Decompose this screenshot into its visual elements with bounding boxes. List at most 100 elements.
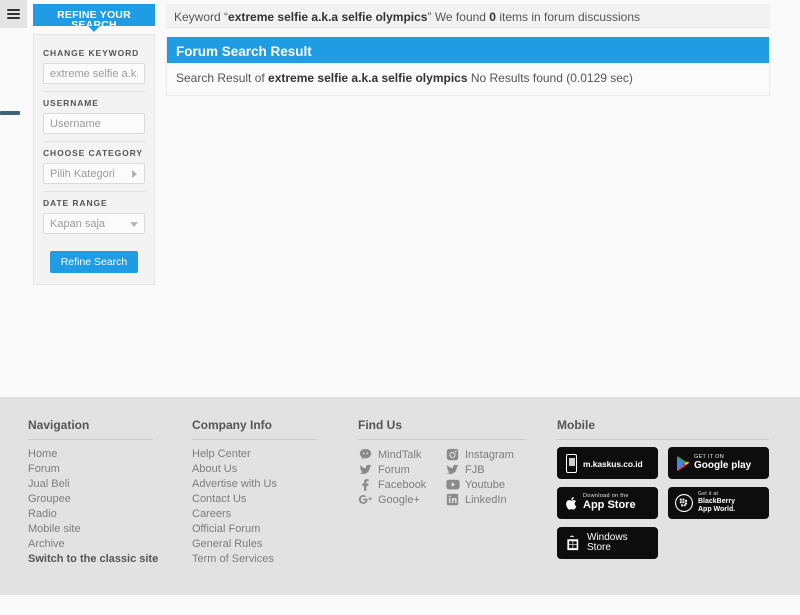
googleplus-icon xyxy=(358,493,373,506)
footer-link-term-of-services[interactable]: Term of Services xyxy=(192,552,342,567)
footer-link-forum[interactable]: Forum xyxy=(28,462,178,477)
social-link-googleplus[interactable]: Google+ xyxy=(358,492,445,507)
page-footer: Navigation Home Forum Jual Beli Groupee … xyxy=(0,397,800,595)
social-label: Facebook xyxy=(378,478,427,491)
app-store-badges: m.kaskus.co.id GET IT ON Google play Dow… xyxy=(557,447,769,559)
instagram-icon xyxy=(445,448,460,461)
badge-blackberry-world[interactable]: Get it at BlackBerry App World. xyxy=(668,487,769,519)
date-range-select[interactable] xyxy=(43,213,145,234)
footer-link-mobile-site[interactable]: Mobile site xyxy=(28,522,178,537)
keyword-term: extreme selfie a.k.a selfie olympics xyxy=(228,10,428,24)
result-prefix: Search Result of xyxy=(176,71,269,85)
keyword-summary-bar: Keyword “extreme selfie a.k.a selfie oly… xyxy=(166,4,770,28)
twitter-icon xyxy=(445,463,460,476)
footer-link-archive[interactable]: Archive xyxy=(28,537,178,552)
badge-windows-store[interactable]: Windows Store xyxy=(557,527,658,559)
linkedin-icon xyxy=(445,493,460,506)
footer-company-column: Company Info Help Center About Us Advert… xyxy=(192,418,342,567)
date-range-select-wrapper xyxy=(43,213,145,234)
field-group-username: USERNAME xyxy=(43,91,145,141)
badge-label: Windows Store xyxy=(587,532,628,553)
footer-link-general-rules[interactable]: General Rules xyxy=(192,537,342,552)
refine-submit-row: Refine Search xyxy=(43,241,145,273)
caret-down-icon xyxy=(88,26,100,32)
keyword-suffix: items in forum discussions xyxy=(495,10,641,24)
result-panel-body: Search Result of extreme selfie a.k.a se… xyxy=(167,63,769,95)
badge-label: BlackBerry App World. xyxy=(698,497,736,513)
social-link-linkedin[interactable]: LinkedIn xyxy=(445,492,532,507)
social-label: MindTalk xyxy=(378,448,422,461)
refine-your-search-tab[interactable]: REFINE YOUR SEARCH xyxy=(33,4,155,32)
social-link-fjb-twitter[interactable]: FJB xyxy=(445,462,532,477)
footer-link-careers[interactable]: Careers xyxy=(192,507,342,522)
change-keyword-label: CHANGE KEYWORD xyxy=(43,48,140,58)
social-label: Instagram xyxy=(465,448,514,461)
field-group-date-range: DATE RANGE xyxy=(43,191,145,241)
badge-mobile-site[interactable]: m.kaskus.co.id xyxy=(557,447,658,479)
choose-category-label: CHOOSE CATEGORY xyxy=(43,148,143,158)
date-range-label: DATE RANGE xyxy=(43,198,108,208)
facebook-icon xyxy=(358,478,373,491)
twitter-icon xyxy=(358,463,373,476)
apple-icon xyxy=(565,496,578,511)
footer-link-contact-us[interactable]: Contact Us xyxy=(192,492,342,507)
social-label: Forum xyxy=(378,463,410,476)
footer-find-us-column: Find Us MindTalk Instagram Forum FJB Fac… xyxy=(358,418,538,507)
footer-link-official-forum[interactable]: Official Forum xyxy=(192,522,342,537)
footer-company-title: Company Info xyxy=(192,418,317,440)
category-select[interactable] xyxy=(43,163,145,184)
keyword-prefix: Keyword “ xyxy=(174,10,229,24)
social-label: Youtube xyxy=(465,478,505,491)
keyword-middle: ” We found xyxy=(427,10,490,24)
blackberry-icon xyxy=(674,493,694,513)
footer-link-advertise[interactable]: Advertise with Us xyxy=(192,477,342,492)
social-link-instagram[interactable]: Instagram xyxy=(445,447,532,462)
hamburger-menu-button[interactable] xyxy=(0,0,27,28)
result-count: 0 xyxy=(489,10,496,24)
youtube-icon xyxy=(445,478,460,491)
main-content: Keyword “extreme selfie a.k.a selfie oly… xyxy=(166,4,770,96)
social-link-facebook[interactable]: Facebook xyxy=(358,477,445,492)
username-input[interactable] xyxy=(43,113,145,134)
footer-navigation-column: Navigation Home Forum Jual Beli Groupee … xyxy=(28,418,178,567)
category-select-wrapper xyxy=(43,163,145,184)
footer-link-home[interactable]: Home xyxy=(28,447,178,462)
refine-search-button[interactable]: Refine Search xyxy=(49,251,139,273)
refine-search-panel: CHANGE KEYWORD USERNAME CHOOSE CATEGORY … xyxy=(33,34,155,285)
result-panel-header: Forum Search Result xyxy=(167,37,769,63)
result-keyword: extreme selfie a.k.a selfie olympics xyxy=(268,71,468,85)
windows-icon xyxy=(565,534,582,552)
refine-search-sidebar: REFINE YOUR SEARCH CHANGE KEYWORD USERNA… xyxy=(33,4,155,285)
social-label: LinkedIn xyxy=(465,493,507,506)
social-links-grid: MindTalk Instagram Forum FJB Facebook Yo… xyxy=(358,447,533,507)
footer-link-radio[interactable]: Radio xyxy=(28,507,178,522)
footer-link-about-us[interactable]: About Us xyxy=(192,462,342,477)
field-group-keyword: CHANGE KEYWORD xyxy=(43,42,145,91)
forum-search-result-panel: Forum Search Result Search Result of ext… xyxy=(166,37,770,96)
social-link-mindtalk[interactable]: MindTalk xyxy=(358,447,445,462)
social-label: Google+ xyxy=(378,493,420,506)
badge-app-store[interactable]: Download on the App Store xyxy=(557,487,658,519)
mindtalk-icon xyxy=(358,448,373,461)
keyword-input[interactable] xyxy=(43,63,145,84)
result-suffix: No Results found (0.0129 sec) xyxy=(467,71,633,85)
social-link-youtube[interactable]: Youtube xyxy=(445,477,532,492)
left-edge-marker xyxy=(0,111,20,115)
social-link-forum-twitter[interactable]: Forum xyxy=(358,462,445,477)
badge-label: App Store xyxy=(583,499,636,512)
social-label: FJB xyxy=(465,463,485,476)
badge-label: m.kaskus.co.id xyxy=(583,458,643,469)
footer-link-jualbeli[interactable]: Jual Beli xyxy=(28,477,178,492)
hamburger-icon xyxy=(7,7,20,21)
username-label: USERNAME xyxy=(43,98,99,108)
footer-mobile-column: Mobile m.kaskus.co.id GET IT ON Google p… xyxy=(557,418,772,559)
footer-mobile-title: Mobile xyxy=(557,418,769,440)
footer-find-us-title: Find Us xyxy=(358,418,526,440)
mobile-phone-icon xyxy=(566,453,577,473)
footer-link-classic-site[interactable]: Switch to the classic site xyxy=(28,552,178,567)
footer-navigation-title: Navigation xyxy=(28,418,153,440)
badge-google-play[interactable]: GET IT ON Google play xyxy=(668,447,769,479)
footer-link-groupee[interactable]: Groupee xyxy=(28,492,178,507)
field-group-category: CHOOSE CATEGORY xyxy=(43,141,145,191)
footer-link-help-center[interactable]: Help Center xyxy=(192,447,342,462)
